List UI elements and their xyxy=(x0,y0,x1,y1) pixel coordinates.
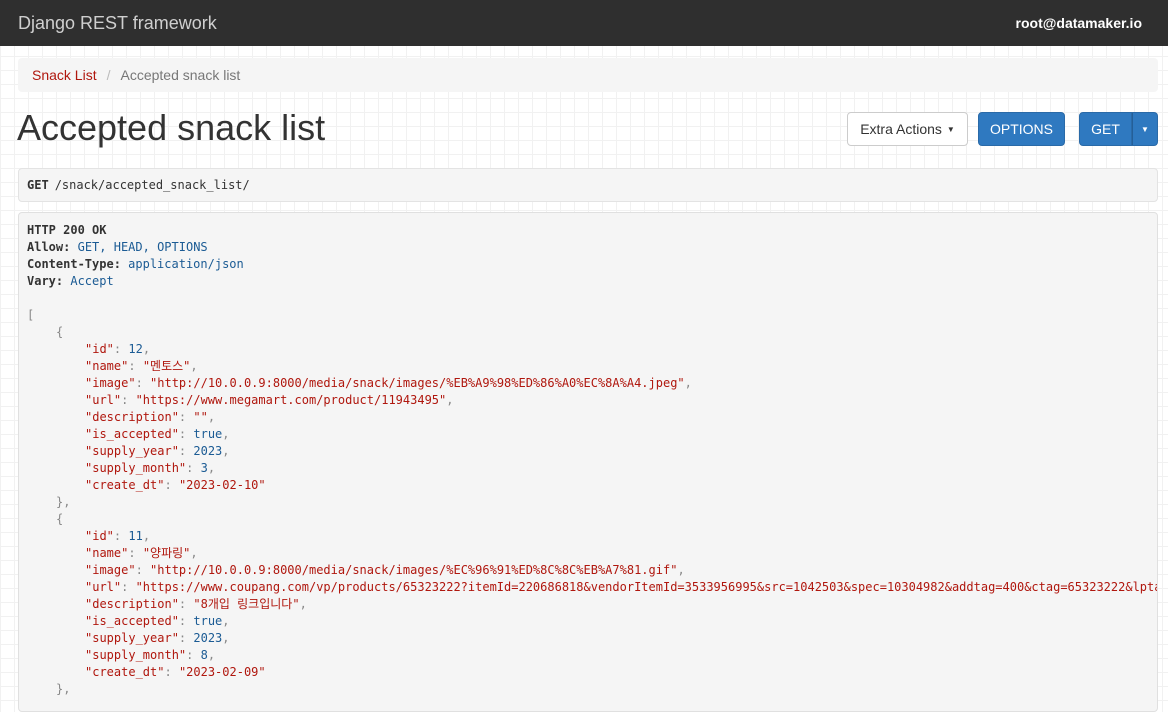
request-method: GET xyxy=(27,178,49,192)
breadcrumb-link-snack-list[interactable]: Snack List xyxy=(32,67,97,83)
header-name: Content-Type: xyxy=(27,257,121,271)
get-button[interactable]: GET xyxy=(1079,112,1132,146)
json-field: "name": "양파링", xyxy=(85,546,198,560)
response-header: Content-Type: application/json xyxy=(27,256,1149,273)
user-menu[interactable]: root@datamaker.io xyxy=(1016,15,1142,31)
header-value: application/json xyxy=(128,257,244,271)
caret-down-icon: ▼ xyxy=(1141,124,1149,134)
json-object-open: { xyxy=(56,512,64,526)
json-field: "is_accepted": true, xyxy=(85,427,230,441)
json-field: "supply_month": 3, xyxy=(85,461,216,475)
json-field: "description": "8개입 링크입니다", xyxy=(85,597,307,611)
response-status: HTTP 200 OK xyxy=(27,223,107,237)
request-path: /snack/accepted_snack_list/ xyxy=(54,178,250,192)
json-field: "id": 12, xyxy=(85,342,151,356)
json-field: "description": "", xyxy=(85,410,216,424)
breadcrumb-current: Accepted snack list xyxy=(120,67,241,83)
caret-down-icon: ▼ xyxy=(946,124,955,134)
json-field: "supply_month": 8, xyxy=(85,648,216,662)
json-field: "name": "멘토스", xyxy=(85,359,198,373)
response-header: Allow: GET, HEAD, OPTIONS xyxy=(27,239,1149,256)
json-field: "supply_year": 2023, xyxy=(85,444,230,458)
json-field: "id": 11, xyxy=(85,529,151,543)
get-format-dropdown[interactable]: ▼ xyxy=(1132,112,1158,146)
request-info: GET /snack/accepted_snack_list/ xyxy=(18,168,1158,202)
header-value: GET, HEAD, OPTIONS xyxy=(77,240,208,254)
header-value: Accept xyxy=(70,274,114,288)
json-field: "image": "http://10.0.0.9:8000/media/sna… xyxy=(85,563,685,577)
json-field: "supply_year": 2023, xyxy=(85,631,230,645)
json-field: "create_dt": "2023-02-10" xyxy=(85,478,266,492)
json-object-open: { xyxy=(56,325,64,339)
extra-actions-button[interactable]: Extra Actions ▼ xyxy=(847,112,968,146)
options-button[interactable]: OPTIONS xyxy=(978,112,1065,146)
breadcrumb-separator: / xyxy=(106,67,111,83)
navbar: Django REST framework root@datamaker.io xyxy=(0,0,1168,46)
extra-actions-label: Extra Actions xyxy=(860,121,942,137)
json-field: "is_accepted": true, xyxy=(85,614,230,628)
brand-link[interactable]: Django REST framework xyxy=(18,13,217,34)
json-object-close: }, xyxy=(56,495,71,509)
page-title: Accepted snack list xyxy=(17,107,326,148)
json-field: "url": "https://www.coupang.com/vp/produ… xyxy=(85,580,1158,594)
page-header: Accepted snack list Extra Actions ▼ OPTI… xyxy=(0,92,1168,168)
json-field: "image": "http://10.0.0.9:8000/media/sna… xyxy=(85,376,692,390)
json-field: "create_dt": "2023-02-09" xyxy=(85,665,266,679)
header-name: Vary: xyxy=(27,274,64,288)
json-field: "url": "https://www.megamart.com/product… xyxy=(85,393,454,407)
json-array-open: [ xyxy=(27,308,35,322)
response-header: Vary: Accept xyxy=(27,273,1149,290)
response-body: HTTP 200 OK Allow: GET, HEAD, OPTIONS Cont… xyxy=(18,212,1158,712)
header-name: Allow: xyxy=(27,240,71,254)
json-object-close: }, xyxy=(56,682,71,696)
breadcrumb: Snack List / Accepted snack list xyxy=(18,58,1158,92)
